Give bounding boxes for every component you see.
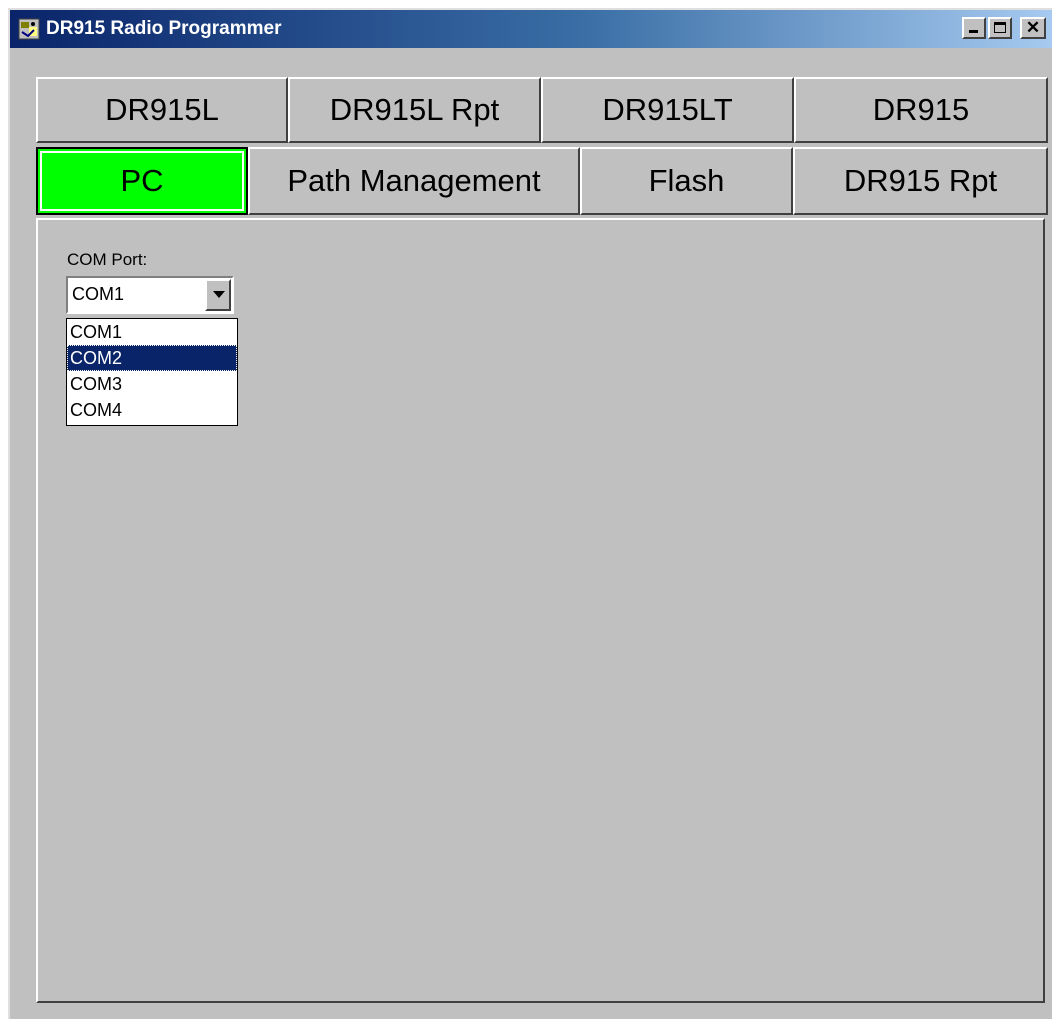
tab-dr915[interactable]: DR915: [794, 77, 1048, 143]
app-window: DR915 Radio Programmer ✕ DR915L DR915L R…: [8, 8, 1052, 1019]
close-icon: ✕: [1025, 18, 1041, 37]
com-port-label: COM Port:: [67, 250, 148, 269]
tab-dr915lt[interactable]: DR915LT: [541, 77, 794, 143]
tab-dr915l-rpt[interactable]: DR915L Rpt: [288, 77, 541, 143]
dropdown-option-com1[interactable]: COM1: [67, 319, 237, 345]
maximize-button[interactable]: [988, 17, 1012, 39]
pc-tab-panel: COM Port: COM1 COM1 COM2 COM3 COM4: [36, 218, 1045, 1003]
tab-path-management[interactable]: Path Management: [248, 147, 580, 215]
dropdown-option-com3[interactable]: COM3: [67, 371, 237, 397]
title-bar[interactable]: DR915 Radio Programmer ✕: [10, 10, 1052, 48]
app-icon: [18, 18, 40, 40]
close-button[interactable]: ✕: [1020, 17, 1046, 39]
tab-dr915-rpt[interactable]: DR915 Rpt: [793, 147, 1048, 215]
tab-pc[interactable]: PC: [36, 147, 248, 215]
minimize-button[interactable]: [962, 17, 986, 39]
minimize-icon: [969, 30, 978, 33]
tab-flash[interactable]: Flash: [580, 147, 793, 215]
maximize-icon: [994, 22, 1006, 33]
chevron-down-icon: [213, 291, 225, 298]
tab-dr915l[interactable]: DR915L: [36, 77, 288, 143]
com-port-value: COM1: [72, 284, 125, 304]
com-port-dropdown-list: COM1 COM2 COM3 COM4: [66, 318, 238, 426]
dropdown-option-com4[interactable]: COM4: [67, 397, 237, 423]
dropdown-button[interactable]: [205, 279, 231, 311]
com-port-select[interactable]: COM1: [66, 276, 234, 314]
dropdown-option-com2[interactable]: COM2: [67, 345, 237, 371]
window-title: DR915 Radio Programmer: [46, 18, 282, 39]
